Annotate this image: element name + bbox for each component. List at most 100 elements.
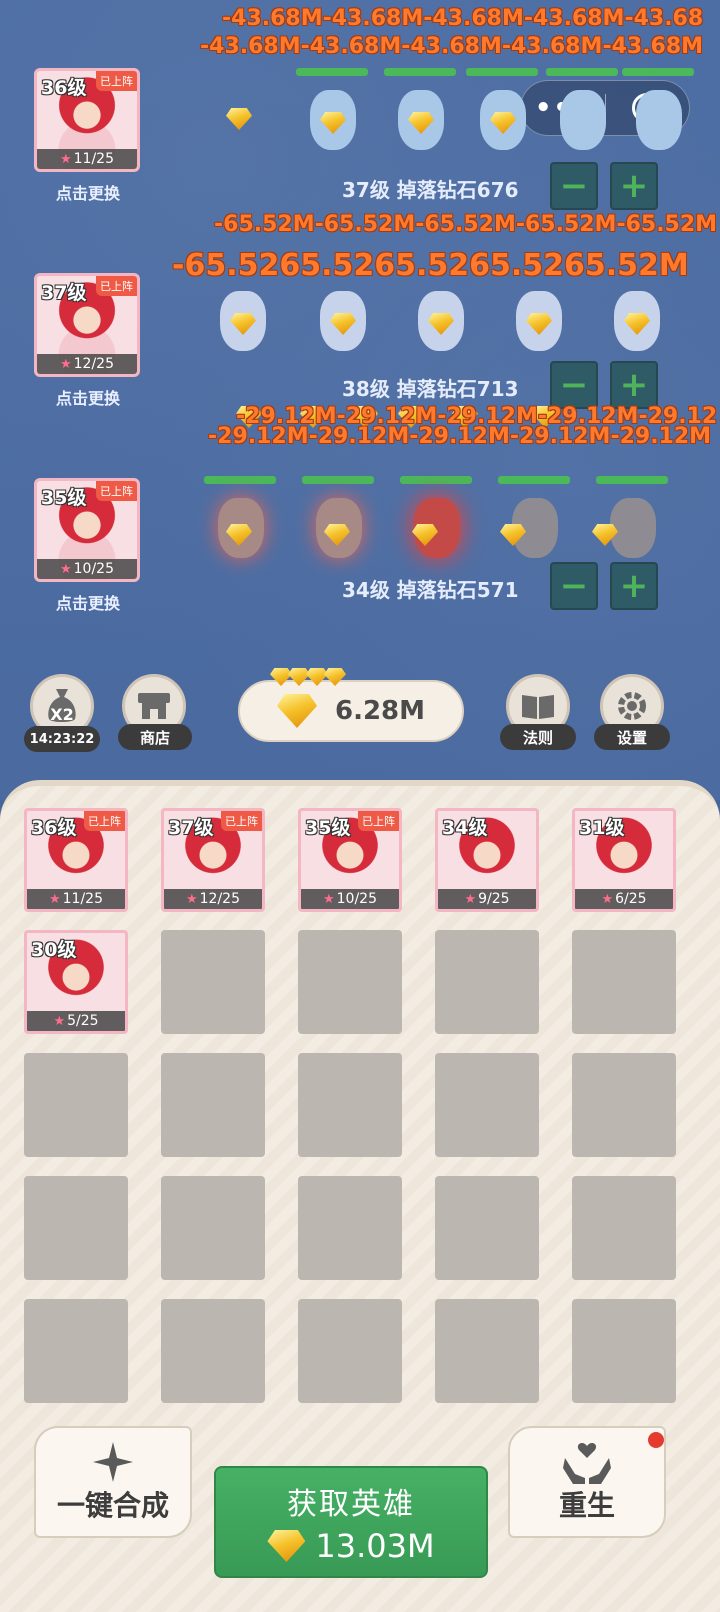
star-icon: ★: [322, 891, 335, 907]
sparkle-icon: [93, 1442, 133, 1482]
enemy: [498, 476, 570, 564]
inventory-hero-slot[interactable]: 36级 已上阵 ★ 11/25: [24, 808, 128, 912]
damage-numbers: -65.52M-65.52M-65.52M-65.52M-65.52M: [214, 212, 718, 237]
lane-hero-card[interactable]: 35级 已上阵 ★ 10/25: [34, 478, 140, 582]
level-down-button[interactable]: −: [550, 361, 598, 409]
empty-slot[interactable]: [572, 1299, 676, 1403]
empty-slot[interactable]: [435, 930, 539, 1034]
enemy: [384, 68, 456, 156]
empty-slot[interactable]: [298, 1176, 402, 1280]
empty-slot[interactable]: [435, 1176, 539, 1280]
inventory-hero-slot[interactable]: 34级 ★ 9/25: [435, 808, 539, 912]
lane-3: 35级 已上阵 ★ 10/25 点击更换 34级 掉落钻石571 − +: [0, 470, 720, 670]
hero-level: 34级: [442, 817, 488, 839]
enemy-hp-bar: [302, 476, 374, 484]
deployed-badge: 已上阵: [96, 481, 137, 501]
enemy: [306, 279, 378, 357]
replace-hero-link[interactable]: 点击更换: [40, 180, 136, 204]
hero-stars: ★ 12/25: [37, 354, 137, 374]
empty-slot[interactable]: [435, 1053, 539, 1157]
hero-stars: ★ 5/25: [27, 1011, 125, 1031]
empty-slot[interactable]: [298, 1299, 402, 1403]
empty-slot[interactable]: [24, 1053, 128, 1157]
empty-slot[interactable]: [161, 930, 265, 1034]
star-count: 11/25: [73, 151, 114, 167]
gear-icon: [618, 692, 646, 720]
hero-stars: ★ 10/25: [37, 559, 137, 579]
enemy: [204, 476, 276, 564]
star-icon: ★: [53, 1013, 66, 1029]
enemy-hp-bar: [204, 476, 276, 484]
hero-level: 35级: [41, 487, 87, 509]
star-count: 9/25: [478, 891, 510, 907]
level-up-button[interactable]: +: [610, 361, 658, 409]
replace-hero-link[interactable]: 点击更换: [40, 385, 136, 409]
shop-icon: [138, 693, 170, 719]
star-icon: ★: [59, 561, 72, 577]
level-down-button[interactable]: −: [550, 162, 598, 210]
inventory-hero-slot[interactable]: 30级 ★ 5/25: [24, 930, 128, 1034]
star-icon: ★: [59, 356, 72, 372]
enemy-hp-bar: [296, 68, 368, 76]
inventory-hero-slot[interactable]: 35级 已上阵 ★ 10/25: [298, 808, 402, 912]
enemy-hp-bar: [400, 476, 472, 484]
rules-label: 法则: [500, 724, 576, 750]
empty-slot[interactable]: [435, 1299, 539, 1403]
inventory-hero-slot[interactable]: 37级 已上阵 ★ 12/25: [161, 808, 265, 912]
empty-slot[interactable]: [161, 1176, 265, 1280]
recruit-cost-value: 13.03M: [315, 1527, 435, 1565]
empty-slot[interactable]: [572, 1053, 676, 1157]
star-count: 10/25: [336, 891, 377, 907]
empty-slot[interactable]: [298, 930, 402, 1034]
damage-numbers: -43.68M-43.68M-43.68M-43.68M-43.68M: [200, 34, 704, 59]
inventory-hero-slot[interactable]: 31级 ★ 6/25: [572, 808, 676, 912]
drop-label: 38级 掉落钻石713: [342, 377, 519, 401]
enemy: [302, 476, 374, 564]
enemy: [404, 279, 476, 357]
lane-hero-card[interactable]: 36级 已上阵 ★ 11/25: [34, 68, 140, 172]
rebirth-button[interactable]: 重生: [508, 1426, 666, 1538]
hero-stars: ★ 6/25: [575, 889, 673, 909]
hero-stars: ★ 12/25: [164, 889, 262, 909]
deployed-badge: 已上阵: [96, 276, 137, 296]
gem-stack-icon: [276, 694, 317, 728]
enemy: [592, 476, 668, 564]
enemy-hp-bar: [384, 68, 456, 76]
enemy: [622, 68, 694, 156]
merge-all-label: 一键合成: [56, 1489, 169, 1522]
empty-slot[interactable]: [161, 1053, 265, 1157]
empty-slot[interactable]: [24, 1299, 128, 1403]
enemy-hp-bar: [622, 68, 694, 76]
star-icon: ★: [59, 151, 72, 167]
hero-stars: ★ 9/25: [438, 889, 536, 909]
star-count: 6/25: [615, 891, 647, 907]
empty-slot[interactable]: [572, 930, 676, 1034]
empty-slot[interactable]: [24, 1176, 128, 1280]
merge-all-button[interactable]: 一键合成: [34, 1426, 192, 1538]
hero-level: 35级: [305, 817, 351, 839]
replace-hero-link[interactable]: 点击更换: [40, 590, 136, 614]
star-icon: ★: [464, 891, 477, 907]
damage-numbers: -29.12M-29.12M-29.12M-29.12M-29.12M: [208, 424, 712, 449]
hero-level: 37级: [168, 817, 214, 839]
level-up-button[interactable]: +: [610, 162, 658, 210]
boost-timer: 14:23:22: [24, 726, 100, 752]
deployed-badge: 已上阵: [221, 811, 262, 831]
star-icon: ★: [185, 891, 198, 907]
boost-badge: X2: [50, 705, 74, 724]
battlefield: ••• -43.68M-43.68M-43.68M-43.68M-43.68 -…: [0, 0, 720, 800]
empty-slot[interactable]: [161, 1299, 265, 1403]
drop-label: 34级 掉落钻石571: [342, 578, 519, 602]
level-down-button[interactable]: −: [550, 562, 598, 610]
drop-label: 37级 掉落钻石676: [342, 178, 519, 202]
empty-slot[interactable]: [572, 1176, 676, 1280]
deployed-badge: 已上阵: [84, 811, 125, 831]
enemy-hp-bar: [466, 68, 538, 76]
lane-hero-card[interactable]: 37级 已上阵 ★ 12/25: [34, 273, 140, 377]
empty-slot[interactable]: [298, 1053, 402, 1157]
enemy: [502, 279, 574, 357]
recruit-hero-button[interactable]: 获取英雄 13.03M: [214, 1466, 488, 1578]
level-up-button[interactable]: +: [610, 562, 658, 610]
star-icon: ★: [48, 891, 61, 907]
recruit-title: 获取英雄: [287, 1487, 415, 1522]
